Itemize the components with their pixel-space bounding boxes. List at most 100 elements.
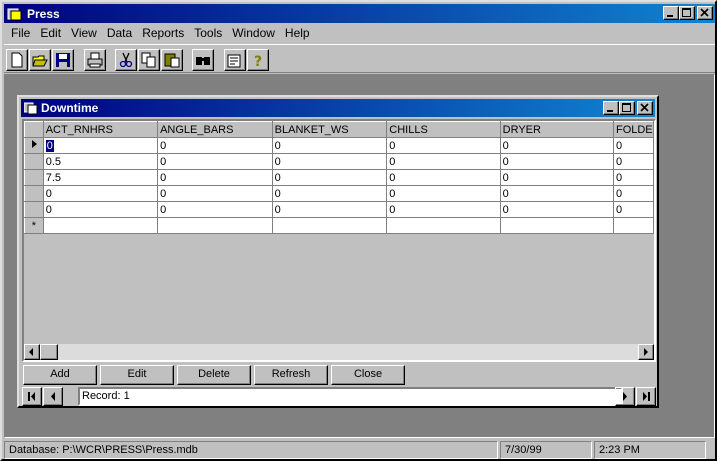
grid-cell[interactable]	[157, 217, 273, 234]
grid-cell[interactable]: 0	[500, 185, 614, 202]
scroll-right-button[interactable]	[638, 344, 654, 360]
close-form-button[interactable]: Close	[331, 365, 405, 385]
grid-cell[interactable]: 0	[613, 137, 654, 154]
last-record-button[interactable]	[636, 387, 656, 406]
menu-reports[interactable]: Reports	[137, 25, 189, 43]
menu-window[interactable]: Window	[227, 25, 280, 43]
edit-button[interactable]: Edit	[100, 365, 174, 385]
grid-cell[interactable]: 0	[272, 153, 388, 170]
grid-cell[interactable]: 0	[272, 137, 388, 154]
child-title: Downtime	[41, 101, 99, 115]
grid-cell[interactable]: 0	[500, 201, 614, 218]
grid-cell[interactable]	[500, 217, 614, 234]
grid-cell[interactable]: 0	[43, 137, 159, 154]
previous-record-button[interactable]	[43, 387, 63, 406]
main-titlebar[interactable]: Press	[4, 4, 715, 23]
grid-cell[interactable]: 0.5	[43, 153, 159, 170]
grid-cell[interactable]: 0	[613, 169, 654, 186]
grid-cell[interactable]: 0	[157, 153, 273, 170]
grid-cell[interactable]	[43, 217, 159, 234]
menu-tools[interactable]: Tools	[189, 25, 227, 43]
grid-cell[interactable]: 0	[43, 185, 159, 202]
data-grid[interactable]: ACT_RNHRS ANGLE_BARS BLANKET_WS CHILLS D…	[22, 119, 656, 362]
row-selector[interactable]	[24, 185, 44, 202]
menu-data[interactable]: Data	[102, 25, 137, 43]
menu-file[interactable]: File	[6, 25, 35, 43]
grid-cell[interactable]: 0	[386, 185, 501, 202]
grid-cell[interactable]: 0	[500, 137, 614, 154]
table-row[interactable]: 0 0 0 0 0 0	[24, 137, 654, 154]
column-header[interactable]: BLANKET_WS	[271, 121, 388, 138]
grid-cell[interactable]: 0	[157, 201, 273, 218]
table-row[interactable]: 0 0 0 0 0 0	[24, 201, 654, 218]
grid-cell[interactable]: 0	[613, 153, 654, 170]
table-row[interactable]: 0.5 0 0 0 0 0	[24, 153, 654, 170]
new-button[interactable]	[6, 49, 28, 71]
find-button[interactable]	[192, 49, 214, 71]
grid-cell[interactable]: 0	[613, 201, 654, 218]
copy-button[interactable]	[138, 49, 160, 71]
menu-view[interactable]: View	[66, 25, 102, 43]
menu-help[interactable]: Help	[280, 25, 315, 43]
previous-record-icon	[51, 392, 55, 401]
scroll-left-button[interactable]	[24, 344, 40, 360]
child-minimize-button[interactable]	[603, 101, 619, 115]
grid-cell[interactable]: 0	[157, 137, 273, 154]
print-button[interactable]	[84, 49, 106, 71]
add-button[interactable]: Add	[23, 365, 97, 385]
new-record-row[interactable]: *	[24, 217, 654, 234]
grid-cell[interactable]: 0	[386, 153, 501, 170]
minimize-icon	[607, 110, 613, 112]
column-header[interactable]: ANGLE_BARS	[157, 121, 273, 138]
refresh-button[interactable]: Refresh	[254, 365, 328, 385]
next-record-icon	[623, 392, 627, 401]
grid-cell[interactable]: 0	[272, 201, 388, 218]
grid-cell[interactable]	[272, 217, 388, 234]
row-selector[interactable]	[24, 201, 44, 218]
grid-cell[interactable]: 0	[500, 169, 614, 186]
column-header[interactable]: FOLDE	[612, 121, 654, 138]
grid-cell[interactable]: 0	[386, 201, 501, 218]
column-header[interactable]: CHILLS	[386, 121, 501, 138]
grid-cell[interactable]	[613, 217, 654, 234]
grid-cell[interactable]: 7.5	[43, 169, 159, 186]
delete-button[interactable]: Delete	[177, 365, 251, 385]
status-date: 7/30/99	[500, 441, 592, 459]
grid-cell[interactable]: 0	[613, 185, 654, 202]
grid-cell[interactable]: 0	[500, 153, 614, 170]
grid-cell[interactable]: 0	[272, 169, 388, 186]
column-header[interactable]: DRYER	[499, 121, 614, 138]
grid-cell[interactable]: 0	[386, 169, 501, 186]
child-close-button[interactable]	[637, 101, 653, 115]
save-button[interactable]	[52, 49, 74, 71]
row-selector[interactable]	[24, 153, 44, 170]
row-selector[interactable]	[24, 169, 44, 186]
cut-button[interactable]	[115, 49, 137, 71]
horizontal-scrollbar[interactable]	[24, 344, 654, 360]
properties-button[interactable]	[224, 49, 246, 71]
grid-table: ACT_RNHRS ANGLE_BARS BLANKET_WS CHILLS D…	[24, 121, 654, 234]
child-titlebar[interactable]: Downtime	[21, 99, 655, 117]
grid-cell[interactable]: 0	[43, 201, 159, 218]
table-row[interactable]: 7.5 0 0 0 0 0	[24, 169, 654, 186]
maximize-button[interactable]	[679, 6, 695, 20]
next-record-button[interactable]	[615, 387, 635, 406]
minimize-button[interactable]	[663, 6, 679, 20]
scroll-thumb[interactable]	[40, 344, 58, 360]
grid-cell[interactable]: 0	[386, 137, 501, 154]
column-header[interactable]: ACT_RNHRS	[42, 121, 159, 138]
paste-button[interactable]	[161, 49, 183, 71]
menu-edit[interactable]: Edit	[35, 25, 66, 43]
close-button[interactable]	[697, 6, 713, 20]
current-row-selector[interactable]	[24, 137, 44, 154]
help-button[interactable]: ?	[247, 49, 269, 71]
child-maximize-button[interactable]	[619, 101, 635, 115]
open-button[interactable]	[29, 49, 51, 71]
first-record-button[interactable]	[22, 387, 42, 406]
grid-cell[interactable]: 0	[157, 185, 273, 202]
grid-cell[interactable]: 0	[157, 169, 273, 186]
app-title: Press	[27, 6, 60, 21]
table-row[interactable]: 0 0 0 0 0 0	[24, 185, 654, 202]
grid-cell[interactable]: 0	[272, 185, 388, 202]
grid-cell[interactable]	[386, 217, 501, 234]
